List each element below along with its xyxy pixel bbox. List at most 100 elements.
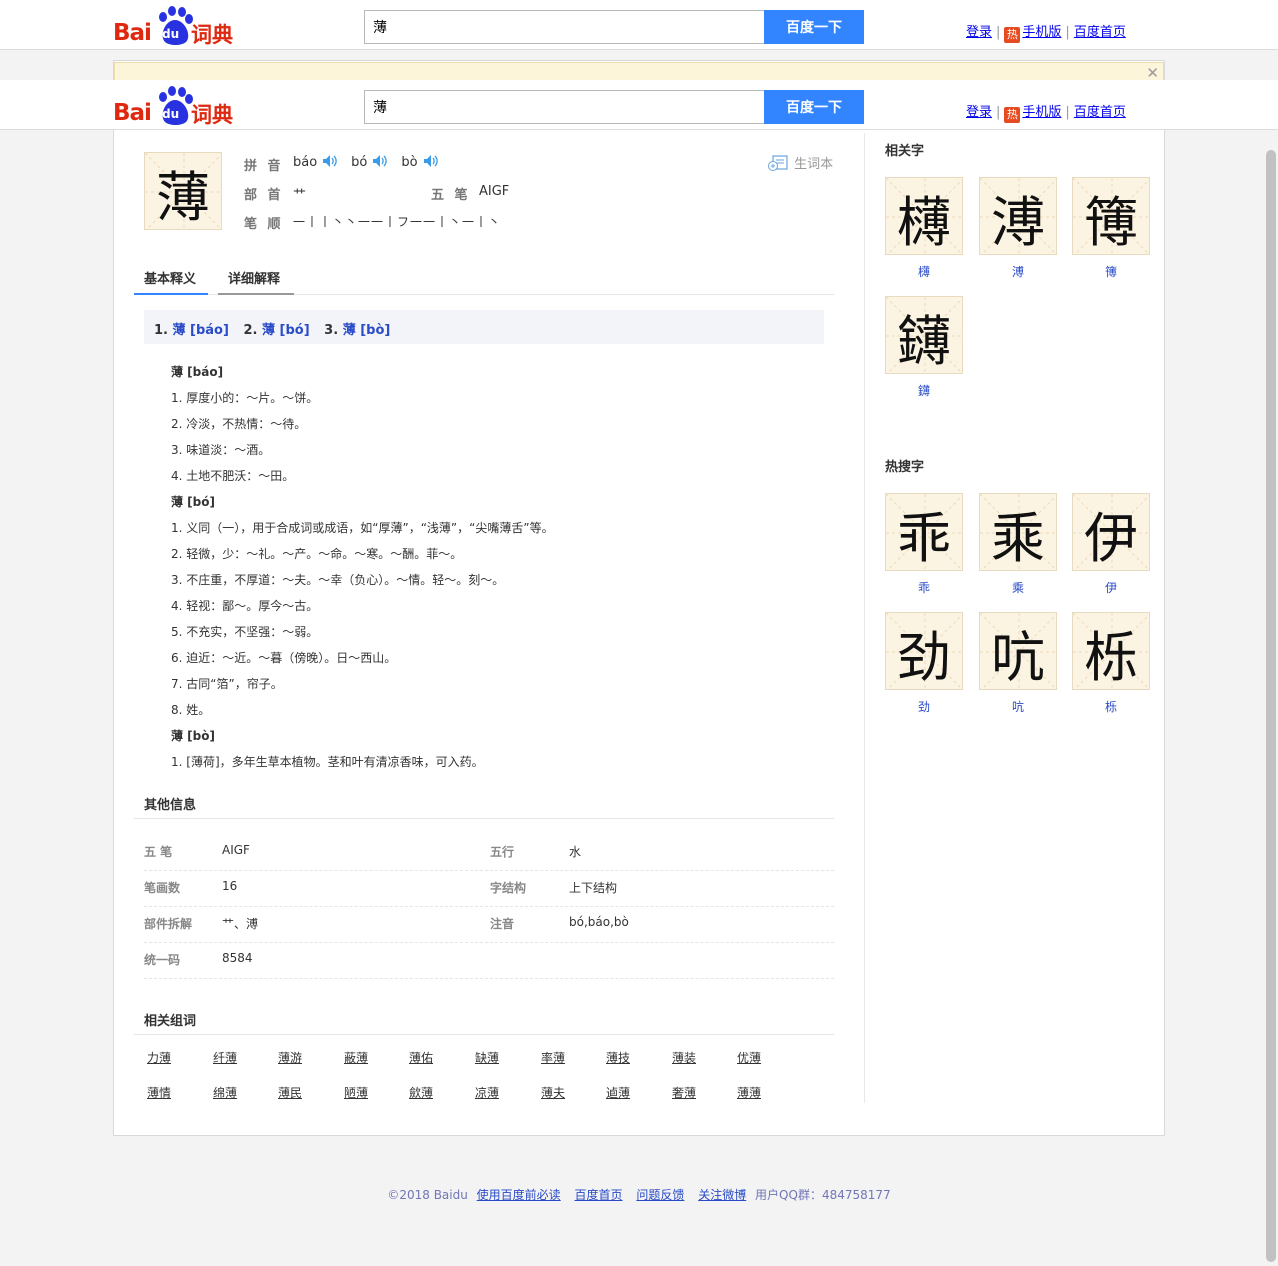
hot-char-box[interactable]: 伊 — [1072, 493, 1150, 571]
def-item: 4. 土地不肥沃：～田。 — [171, 469, 295, 483]
hot-char-link[interactable]: 栎 — [1072, 698, 1150, 715]
hot-char-box[interactable]: 劲 — [885, 612, 963, 690]
search-input[interactable] — [364, 10, 765, 44]
related-char-glyph: 欂 — [897, 191, 951, 254]
word-link[interactable]: 薄技 — [606, 1049, 630, 1066]
def-item: 8. 姓。 — [171, 703, 211, 717]
speaker-icon[interactable] — [423, 155, 438, 167]
word-link[interactable]: 薄夫 — [541, 1084, 565, 1101]
footer-link-terms[interactable]: 使用百度前必读 — [477, 1188, 561, 1202]
related-char-box[interactable]: 鑮 — [885, 296, 963, 374]
word-link[interactable]: 薄装 — [672, 1049, 696, 1066]
wubi-label: 五 笔 — [431, 188, 471, 203]
top-links: 登录 | 热手机版 | 百度首页 — [966, 25, 1126, 43]
word-link[interactable]: 薄佑 — [409, 1049, 433, 1066]
word-link[interactable]: 陋薄 — [344, 1084, 368, 1101]
word-link[interactable]: 薄薄 — [737, 1084, 761, 1101]
word-link[interactable]: 凉薄 — [475, 1084, 499, 1101]
def-item: 2. 冷淡，不热情：～待。 — [171, 417, 307, 431]
copyright: ©2018 Baidu — [387, 1188, 468, 1202]
hot-char-link[interactable]: 劲 — [885, 698, 963, 715]
word-link[interactable]: 绵薄 — [213, 1084, 237, 1101]
info-row: 部件拆解 艹、溥 注音 bó,báo,bò — [144, 907, 834, 943]
def-item: 7. 古同“箔”，帘子。 — [171, 677, 283, 691]
top-links-sticky: 登录 | 热手机版 | 百度首页 — [966, 105, 1126, 123]
hot-char-box[interactable]: 吭 — [979, 612, 1057, 690]
word-link[interactable]: 奢薄 — [672, 1084, 696, 1101]
def-heading: 薄 [bò] — [171, 729, 215, 743]
word-link[interactable]: 薄情 — [147, 1084, 171, 1101]
related-char-box[interactable]: 欂 — [885, 177, 963, 255]
word-link[interactable]: 优薄 — [737, 1049, 761, 1066]
hot-char-link[interactable]: 乘 — [979, 579, 1057, 596]
hot-char-link[interactable]: 乖 — [885, 579, 963, 596]
baidu-logo-sticky[interactable]: Bai du 词典 — [113, 86, 243, 127]
vocab-label: 生词本 — [794, 157, 834, 172]
word-link[interactable]: 缺薄 — [475, 1049, 499, 1066]
logo-cidian: 词典 — [191, 23, 233, 47]
tab-basic[interactable]: 基本释义 — [134, 263, 208, 295]
logo-du: du — [162, 27, 180, 41]
hot-char-link[interactable]: 吭 — [979, 698, 1057, 715]
related-char-box[interactable]: 簙 — [1072, 177, 1150, 255]
nav-num: 2. — [243, 323, 258, 338]
tab-detail[interactable]: 详细解释 — [218, 263, 294, 295]
mobile-link[interactable]: 手机版 — [1022, 105, 1061, 120]
def-item: 1. 厚度小的：～片。～饼。 — [171, 391, 319, 405]
info-value: 艹、溥 — [222, 917, 259, 931]
related-char-glyph: 溥 — [991, 191, 1045, 254]
search-button-sticky[interactable]: 百度一下 — [764, 90, 864, 124]
footer-link-home[interactable]: 百度首页 — [575, 1188, 623, 1202]
info-value: AIGF — [222, 843, 250, 857]
def-heading: 薄 [bó] — [171, 495, 215, 509]
nav-link-bo[interactable]: 薄 [bó] — [262, 323, 310, 338]
baidu-logo[interactable]: Bai du 词典 — [113, 6, 243, 47]
hot-char-link[interactable]: 伊 — [1072, 579, 1150, 596]
char-glyph: 薄 — [156, 166, 210, 229]
footer-link-feedback[interactable]: 问题反馈 — [636, 1188, 684, 1202]
header-sticky: Bai du 词典 百度一下 登录|热手机版|百度首页 — [0, 80, 1278, 130]
home-link[interactable]: 百度首页 — [1074, 105, 1126, 120]
info-key: 注音 — [490, 917, 515, 931]
column-divider — [864, 133, 865, 1103]
def-heading: 薄 [báo] — [171, 365, 224, 379]
hot-char-box[interactable]: 乘 — [979, 493, 1057, 571]
vocab-button[interactable]: 生词本 — [768, 153, 833, 172]
related-char-box[interactable]: 溥 — [979, 177, 1057, 255]
search-box: 百度一下 — [364, 10, 864, 44]
related-chars-title: 相关字 — [885, 144, 925, 159]
hot-chars-title: 热搜字 — [885, 460, 925, 475]
search-input-sticky[interactable] — [364, 90, 765, 124]
footer: ©2018 Baidu 使用百度前必读 百度首页 问题反馈 关注微博 用户QQ群… — [0, 1186, 1278, 1203]
word-link[interactable]: 率薄 — [541, 1049, 565, 1066]
home-link[interactable]: 百度首页 — [1074, 25, 1126, 40]
nav-link-bo4[interactable]: 薄 [bò] — [343, 323, 391, 338]
related-char-link[interactable]: 溥 — [979, 263, 1057, 280]
hot-char-box[interactable]: 栎 — [1072, 612, 1150, 690]
word-link[interactable]: 纤薄 — [213, 1049, 237, 1066]
word-link[interactable]: 蔽薄 — [344, 1049, 368, 1066]
hot-char-glyph: 栎 — [1084, 626, 1138, 689]
mobile-link[interactable]: 手机版 — [1022, 25, 1061, 40]
related-char-link[interactable]: 鑮 — [885, 382, 963, 399]
search-button[interactable]: 百度一下 — [764, 10, 864, 44]
word-link[interactable]: 歛薄 — [409, 1084, 433, 1101]
bishun-label: 笔 顺 — [244, 217, 284, 232]
login-link[interactable]: 登录 — [966, 105, 992, 120]
hot-char-box[interactable]: 乖 — [885, 493, 963, 571]
nav-link-bao[interactable]: 薄 [báo] — [173, 323, 229, 338]
logo-bai: Bai — [113, 20, 152, 46]
word-link[interactable]: 力薄 — [147, 1049, 171, 1066]
related-char-link[interactable]: 簙 — [1072, 263, 1150, 280]
qq-group: 用户QQ群：484758177 — [755, 1188, 891, 1202]
scrollbar[interactable] — [1266, 150, 1276, 1262]
word-link[interactable]: 逌薄 — [606, 1084, 630, 1101]
speaker-icon[interactable] — [373, 155, 388, 167]
word-link[interactable]: 薄民 — [278, 1084, 302, 1101]
related-char-link[interactable]: 欂 — [885, 263, 963, 280]
speaker-icon[interactable] — [323, 155, 337, 167]
word-link[interactable]: 薄游 — [278, 1049, 302, 1066]
bishun-value: 一丨丨丶丶一一丨フ一一丨丶一丨丶 — [293, 215, 502, 229]
footer-link-weibo[interactable]: 关注微博 — [698, 1188, 746, 1202]
login-link[interactable]: 登录 — [966, 25, 992, 40]
